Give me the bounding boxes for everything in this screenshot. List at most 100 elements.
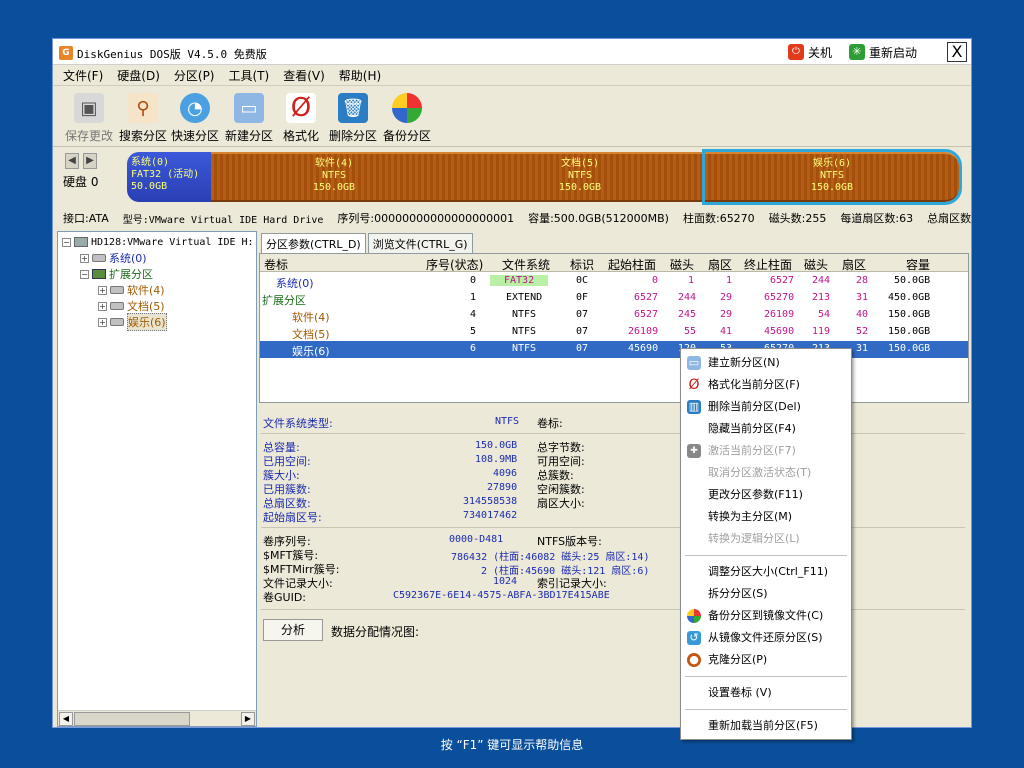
menu-item-backup-image[interactable]: 备份分区到镜像文件(C) bbox=[681, 606, 851, 626]
restart-icon: ✳ bbox=[849, 44, 865, 60]
menu-bar: 文件(F) 硬盘(D) 分区(P) 工具(T) 查看(V) 帮助(H) bbox=[53, 66, 971, 86]
expand-icon[interactable]: + bbox=[98, 317, 107, 327]
format-icon: Ø bbox=[286, 93, 316, 123]
close-button[interactable]: X bbox=[947, 42, 967, 62]
expand-icon[interactable]: + bbox=[98, 285, 107, 295]
menu-partition[interactable]: 分区(P) bbox=[174, 67, 215, 84]
tab-browse-files[interactable]: 浏览文件(CTRL_G) bbox=[367, 233, 473, 254]
scroll-left-icon[interactable]: ◀ bbox=[59, 712, 73, 726]
menu-disk[interactable]: 硬盘(D) bbox=[117, 67, 160, 84]
menu-item-new-partition[interactable]: ▭ 建立新分区(N) bbox=[681, 353, 851, 373]
restart-button[interactable]: ✳ 重新启动 bbox=[849, 43, 917, 61]
backup-partition-button[interactable]: 备份分区 bbox=[379, 93, 435, 144]
app-icon: G bbox=[59, 46, 73, 60]
right-panel: 分区参数(CTRL_D) 浏览文件(CTRL_G) 卷标 序号(状态) 文件系统… bbox=[259, 231, 969, 727]
menu-item-format-partition[interactable]: Ø 格式化当前分区(F) bbox=[681, 375, 851, 395]
collapse-icon[interactable]: − bbox=[62, 237, 71, 247]
new-partition-icon: ▭ bbox=[687, 356, 701, 370]
tree-item-extended[interactable]: − 扩展分区 bbox=[80, 266, 153, 282]
save-icon: ▣ bbox=[74, 93, 104, 123]
table-row[interactable]: 系统(0) 0 FAT32 0C 0 1 1 6527 244 28 50.0G… bbox=[260, 273, 968, 290]
menu-item-change-params[interactable]: 更改分区参数(F11) bbox=[681, 485, 851, 505]
restore-icon: ↺ bbox=[687, 631, 701, 645]
menu-item-reload-partition[interactable]: 重新加载当前分区(F5) bbox=[681, 716, 851, 736]
disk-info-line: 接口:ATA 型号:VMware Virtual IDE Hard Drive … bbox=[63, 212, 971, 226]
menu-item-delete-partition[interactable]: ▥ 删除当前分区(Del) bbox=[681, 397, 851, 417]
partition-icon bbox=[110, 286, 124, 294]
format-button[interactable]: Ø 格式化 bbox=[273, 93, 329, 144]
menu-item-deactivate-partition: 取消分区激活状态(T) bbox=[708, 466, 812, 479]
expand-icon[interactable]: + bbox=[80, 253, 89, 263]
menu-help[interactable]: 帮助(H) bbox=[339, 67, 381, 84]
partition-block-software[interactable]: 软件(4) NTFS 150.0GB bbox=[211, 152, 457, 202]
disk-bar: ◀ ▶ 硬盘 0 系统(0) FAT32 (活动) 50.0GB 软件(4) N… bbox=[53, 149, 971, 207]
disk-label: 硬盘 0 bbox=[63, 175, 99, 189]
toolbar: ▣ 保存更改 ⚲ 搜索分区 ◔ 快速分区 ▭ 新建分区 Ø 格式化 🗑 删除分区… bbox=[53, 87, 971, 147]
partition-block-documents[interactable]: 文档(5) NTFS 150.0GB bbox=[457, 152, 703, 202]
tree-item-entertainment[interactable]: + 娱乐(6) bbox=[98, 313, 167, 331]
activate-icon: ✚ bbox=[687, 444, 701, 458]
menu-file[interactable]: 文件(F) bbox=[63, 67, 103, 84]
menu-item-restore-image[interactable]: ↺ 从镜像文件还原分区(S) bbox=[681, 628, 851, 648]
menu-item-convert-logical: 转换为逻辑分区(L) bbox=[708, 532, 800, 545]
menu-item-resize-partition[interactable]: 调整分区大小(Ctrl_F11) bbox=[681, 562, 851, 582]
search-partition-button[interactable]: ⚲ 搜索分区 bbox=[115, 93, 171, 144]
scroll-thumb[interactable] bbox=[74, 712, 190, 726]
new-partition-button[interactable]: ▭ 新建分区 bbox=[221, 93, 277, 144]
partition-table: 卷标 序号(状态) 文件系统 标识 起始柱面 磁头 扇区 终止柱面 磁头 扇区 … bbox=[259, 253, 969, 403]
backup-icon bbox=[687, 609, 701, 623]
table-row[interactable]: 软件(4) 4 NTFS 07 6527 245 29 26109 54 40 … bbox=[260, 307, 968, 324]
menu-item-convert-primary[interactable]: 转换为主分区(M) bbox=[681, 507, 851, 527]
menu-item-set-volume-label[interactable]: 设置卷标 (V) bbox=[681, 683, 851, 703]
partition-icon bbox=[110, 318, 124, 326]
menu-tools[interactable]: 工具(T) bbox=[229, 67, 270, 84]
collapse-icon[interactable]: − bbox=[80, 269, 89, 279]
trash-icon: ▥ bbox=[687, 400, 701, 414]
tree-item-software[interactable]: + 软件(4) bbox=[98, 282, 165, 298]
quick-partition-button[interactable]: ◔ 快速分区 bbox=[167, 93, 223, 144]
tree-root[interactable]: − HD128:VMware Virtual IDE H: bbox=[62, 234, 254, 250]
menu-view[interactable]: 查看(V) bbox=[283, 67, 325, 84]
table-row[interactable]: 文档(5) 5 NTFS 07 26109 55 41 45690 119 52… bbox=[260, 324, 968, 341]
tree-item-documents[interactable]: + 文档(5) bbox=[98, 298, 165, 314]
analyze-button[interactable]: 分析 bbox=[263, 619, 323, 641]
partition-block-entertainment[interactable]: 娱乐(6) NTFS 150.0GB bbox=[702, 149, 962, 205]
clone-icon: ● bbox=[687, 653, 701, 667]
partition-details: 文件系统类型: NTFS 卷标: 总容量: 已用空间: 簇大小: 已用簇数: 总… bbox=[259, 405, 969, 727]
new-partition-icon: ▭ bbox=[234, 93, 264, 123]
shutdown-label: 关机 bbox=[808, 45, 833, 60]
extended-partition-icon bbox=[92, 269, 106, 279]
next-disk-arrow-icon[interactable]: ▶ bbox=[83, 153, 97, 169]
prev-disk-arrow-icon[interactable]: ◀ bbox=[65, 153, 79, 169]
tree-item-system[interactable]: + 系统(0) bbox=[80, 250, 147, 266]
quick-partition-icon: ◔ bbox=[180, 93, 210, 123]
menu-item-hide-partition[interactable]: 隐藏当前分区(F4) bbox=[681, 419, 851, 439]
table-row-selected[interactable]: 娱乐(6) 6 NTFS 07 45690 120 53 65270 213 3… bbox=[260, 341, 968, 358]
partition-tree: − HD128:VMware Virtual IDE H: + 系统(0) − … bbox=[57, 231, 257, 727]
backup-icon bbox=[392, 93, 422, 123]
partition-icon bbox=[92, 254, 106, 262]
status-bar: 按 “F1” 键可显示帮助信息 bbox=[440, 738, 584, 752]
trash-icon: 🗑 bbox=[338, 93, 368, 123]
partition-icon bbox=[110, 302, 124, 310]
tree-horizontal-scrollbar[interactable]: ◀ ▶ bbox=[58, 710, 256, 726]
restart-label: 重新启动 bbox=[869, 45, 918, 60]
expand-icon[interactable]: + bbox=[98, 301, 107, 311]
menu-item-clone-partition[interactable]: ● 克隆分区(P) bbox=[681, 650, 851, 670]
table-row[interactable]: 扩展分区 1 EXTEND 0F 6527 244 29 65270 213 3… bbox=[260, 290, 968, 307]
save-changes-button[interactable]: ▣ 保存更改 bbox=[61, 93, 117, 144]
magnifier-icon: ⚲ bbox=[128, 93, 158, 123]
title-bar: G DiskGenius DOS版 V4.5.0 免费版 ⏻ 关机 ✳ 重新启动… bbox=[53, 39, 971, 65]
data-allocation-label: 数据分配情况图: bbox=[331, 625, 420, 639]
scroll-right-icon[interactable]: ▶ bbox=[241, 712, 255, 726]
window-title: DiskGenius DOS版 V4.5.0 免费版 bbox=[77, 48, 267, 61]
table-header: 卷标 序号(状态) 文件系统 标识 起始柱面 磁头 扇区 终止柱面 磁头 扇区 … bbox=[260, 254, 968, 272]
tab-partition-params[interactable]: 分区参数(CTRL_D) bbox=[261, 233, 366, 254]
shutdown-button[interactable]: ⏻ 关机 bbox=[788, 43, 832, 61]
menu-item-split-partition[interactable]: 拆分分区(S) bbox=[681, 584, 851, 604]
delete-partition-button[interactable]: 🗑 删除分区 bbox=[325, 93, 381, 144]
context-menu: ▭ 建立新分区(N) Ø 格式化当前分区(F) ▥ 删除当前分区(Del) 隐藏… bbox=[680, 348, 852, 740]
hard-disk-icon bbox=[74, 237, 88, 247]
partition-block-system[interactable]: 系统(0) FAT32 (活动) 50.0GB bbox=[127, 152, 211, 202]
format-icon: Ø bbox=[687, 377, 701, 393]
